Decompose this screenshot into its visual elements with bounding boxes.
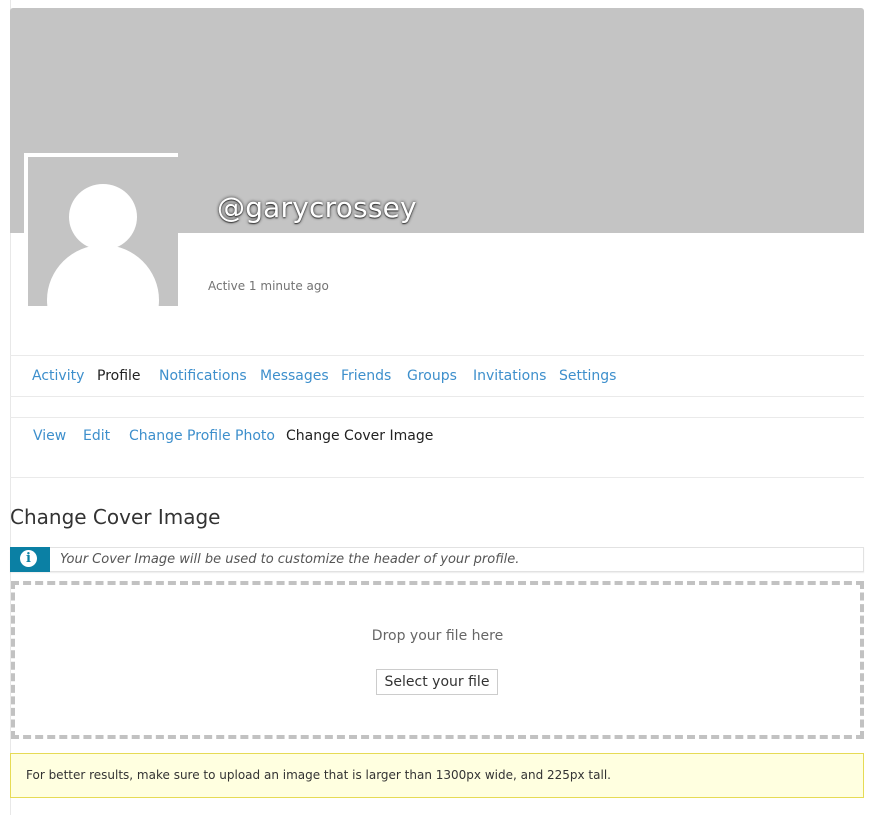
subnav-change-profile-photo[interactable]: Change Profile Photo (129, 428, 275, 444)
info-icon-box: i (10, 547, 50, 572)
nav-invitations[interactable]: Invitations (473, 368, 546, 384)
nav-notifications[interactable]: Notifications (159, 368, 247, 384)
secondary-nav: View Edit Change Profile Photo Change Co… (10, 417, 864, 478)
activity-status: Active 1 minute ago (208, 279, 329, 293)
subnav-edit[interactable]: Edit (83, 428, 110, 444)
nav-messages[interactable]: Messages (260, 368, 329, 384)
info-message-text: Your Cover Image will be used to customi… (60, 552, 520, 567)
notice-text: For better results, make sure to upload … (26, 768, 611, 782)
nav-activity[interactable]: Activity (32, 368, 84, 384)
subnav-change-cover-image[interactable]: Change Cover Image (286, 428, 433, 444)
info-icon: i (20, 550, 37, 567)
upload-size-notice: For better results, make sure to upload … (10, 753, 864, 798)
nav-friends[interactable]: Friends (341, 368, 391, 384)
avatar-head-shape (69, 184, 137, 250)
file-drop-zone[interactable]: Drop your file here Select your file (11, 581, 864, 739)
select-file-button[interactable]: Select your file (376, 669, 498, 695)
subnav-view[interactable]: View (33, 428, 66, 444)
drop-zone-text: Drop your file here (371, 628, 504, 644)
profile-avatar[interactable] (24, 153, 178, 306)
info-message: i Your Cover Image will be used to custo… (10, 547, 864, 572)
nav-profile[interactable]: Profile (97, 368, 141, 384)
nav-groups[interactable]: Groups (407, 368, 457, 384)
profile-username: @garycrossey (217, 191, 417, 224)
avatar-body-shape (47, 245, 159, 306)
nav-settings[interactable]: Settings (559, 368, 616, 384)
avatar-placeholder-icon (28, 157, 178, 306)
page-title: Change Cover Image (10, 505, 221, 529)
primary-nav: Activity Profile Notifications Messages … (10, 355, 864, 397)
